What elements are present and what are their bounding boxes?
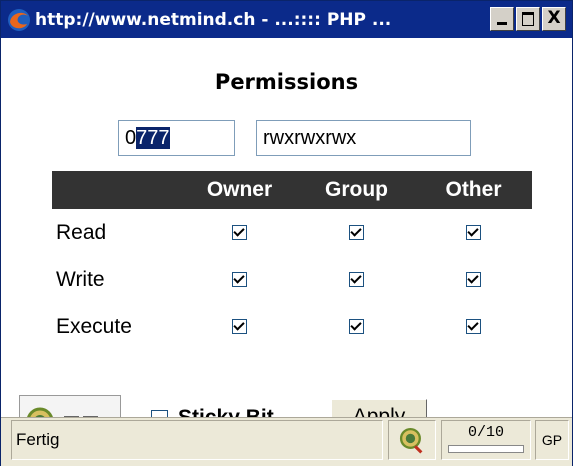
header-group: Group (298, 171, 415, 209)
maximize-button[interactable] (516, 7, 540, 31)
row-label-write: Write (56, 267, 105, 291)
header-other: Other (415, 171, 532, 209)
write-group-checkbox[interactable] (349, 272, 364, 288)
symbolic-input[interactable]: rwxrwxrwx (256, 120, 471, 156)
write-owner-checkbox[interactable] (232, 272, 247, 288)
read-group-checkbox[interactable] (349, 225, 364, 241)
octal-input[interactable]: 0777 (118, 120, 235, 156)
close-button[interactable]: X (542, 7, 566, 31)
minimize-button[interactable] (490, 7, 514, 31)
octal-prefix: 0 (125, 127, 137, 149)
table-row: Read (52, 209, 532, 256)
status-extension-icon[interactable] (388, 420, 436, 460)
title-bar[interactable]: http://www.netmind.ch - ...:::: PHP ... … (1, 1, 572, 38)
popup-window: http://www.netmind.ch - ...:::: PHP ... … (0, 0, 573, 466)
execute-group-checkbox[interactable] (349, 319, 364, 335)
header-empty (52, 171, 181, 209)
counter-text: 0/10 (467, 424, 504, 441)
row-label-execute: Execute (56, 314, 132, 338)
row-label-read: Read (56, 220, 107, 244)
execute-other-checkbox[interactable] (466, 319, 481, 335)
header-owner: Owner (181, 171, 298, 209)
gp-label: GP (535, 420, 569, 460)
page-content: Permissions 0777 rwxrwxrwx Owner Group O… (1, 38, 572, 451)
permissions-table: Owner Group Other Read Write Execute (52, 171, 532, 350)
counter-progress-bar (448, 445, 524, 453)
read-other-checkbox[interactable] (466, 225, 481, 241)
window-title: http://www.netmind.ch - ...:::: PHP ... (35, 9, 392, 30)
table-row: Write (52, 256, 532, 303)
counter: 0/10 (441, 420, 531, 460)
magnifier-icon (399, 427, 423, 454)
read-owner-checkbox[interactable] (232, 225, 247, 241)
execute-owner-checkbox[interactable] (232, 319, 247, 335)
page-title: Permissions (214, 70, 359, 94)
firefox-icon (8, 8, 30, 31)
status-text: Fertig (11, 420, 383, 460)
table-header-row: Owner Group Other (52, 171, 532, 209)
status-bar: Fertig 0/10 GP (1, 417, 572, 466)
octal-selected-text: 777 (136, 127, 170, 149)
table-row: Execute (52, 303, 532, 350)
write-other-checkbox[interactable] (466, 272, 481, 288)
